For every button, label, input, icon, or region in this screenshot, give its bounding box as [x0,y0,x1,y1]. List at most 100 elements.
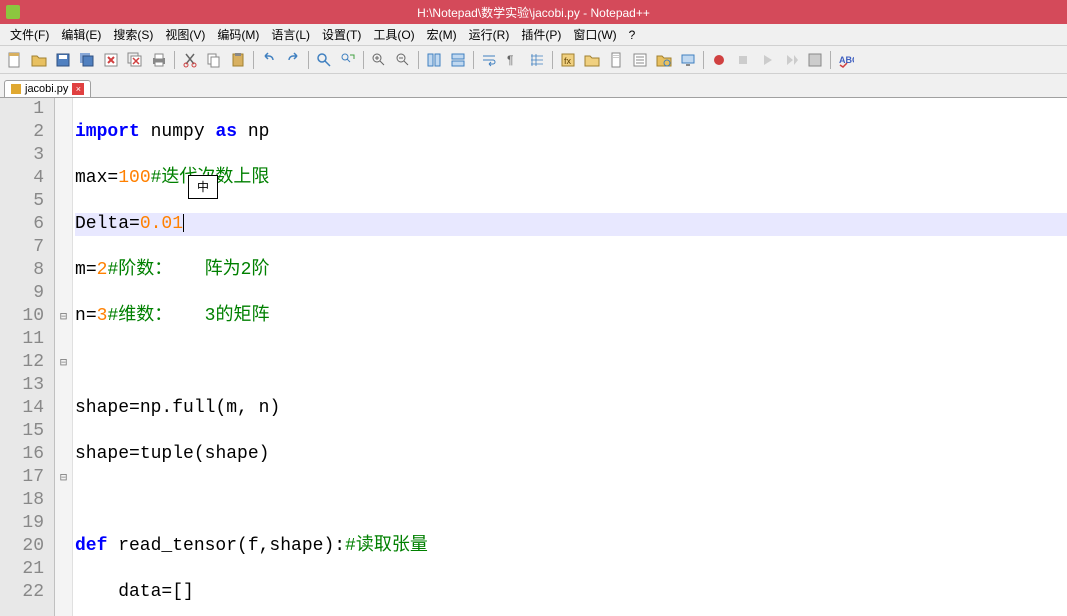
menu-language[interactable]: 语言(L) [265,24,316,45]
code-line: shape=np.full(m, n) [75,397,1067,420]
fold-marker [55,558,72,581]
editor[interactable]: 1 2 3 4 5 6 7 8 9 10 11 12 13 14 15 16 1… [0,98,1067,616]
toolbar: ¶ fx ABC [0,46,1067,74]
menu-help[interactable]: ? [623,26,642,44]
find-icon[interactable] [313,49,335,71]
line-number: 14 [0,397,44,420]
separator-icon [253,51,254,69]
svg-text:fx: fx [564,56,572,66]
print-icon[interactable] [148,49,170,71]
code-line: def read_tensor(f,shape):#读取张量 [75,535,1067,558]
separator-icon [174,51,175,69]
separator-icon [308,51,309,69]
separator-icon [703,51,704,69]
copy-icon[interactable] [203,49,225,71]
line-number: 18 [0,489,44,512]
app-icon [6,5,20,19]
record-icon[interactable] [708,49,730,71]
folder-view-icon[interactable] [653,49,675,71]
sync-v-icon[interactable] [423,49,445,71]
save-macro-icon[interactable] [804,49,826,71]
redo-icon[interactable] [282,49,304,71]
menu-window[interactable]: 窗口(W) [567,24,622,45]
new-file-icon[interactable] [4,49,26,71]
line-number: 4 [0,167,44,190]
separator-icon [830,51,831,69]
save-all-icon[interactable] [76,49,98,71]
sync-h-icon[interactable] [447,49,469,71]
stop-icon[interactable] [732,49,754,71]
fold-marker [55,121,72,144]
fold-marker [55,581,72,604]
cut-icon[interactable] [179,49,201,71]
line-number: 20 [0,535,44,558]
lang-icon[interactable]: fx [557,49,579,71]
line-number: 17 [0,466,44,489]
fold-marker [55,167,72,190]
code-line: shape=tuple(shape) [75,443,1067,466]
paste-icon[interactable] [227,49,249,71]
fold-marker [55,144,72,167]
replace-icon[interactable] [337,49,359,71]
fold-marker [55,259,72,282]
menu-tools[interactable]: 工具(O) [367,24,420,45]
zoom-out-icon[interactable] [392,49,414,71]
line-number: 1 [0,98,44,121]
play2-icon[interactable] [780,49,802,71]
fold-gutter: ⊟ ⊟ ⊟ [55,98,73,616]
fold-marker [55,236,72,259]
open-file-icon[interactable] [28,49,50,71]
code-line: import numpy as np [75,121,1067,144]
tabbar: jacobi.py × [0,74,1067,98]
func-list-icon[interactable] [629,49,651,71]
spellcheck-icon[interactable]: ABC [835,49,857,71]
fold-marker[interactable]: ⊟ [55,351,72,374]
fold-marker[interactable]: ⊟ [55,305,72,328]
close-all-icon[interactable] [124,49,146,71]
play-icon[interactable] [756,49,778,71]
line-number: 16 [0,443,44,466]
code-line: m=2#阶数： 阵为2阶 [75,259,1067,282]
fold-marker[interactable]: ⊟ [55,466,72,489]
menu-settings[interactable]: 设置(T) [316,24,367,45]
menu-encoding[interactable]: 编码(M) [211,24,265,45]
show-all-chars-icon[interactable]: ¶ [502,49,524,71]
menu-search[interactable]: 搜索(S) [107,24,159,45]
undo-icon[interactable] [258,49,280,71]
line-number: 22 [0,581,44,604]
tab-close-icon[interactable]: × [72,83,84,95]
menubar: 文件(F) 编辑(E) 搜索(S) 视图(V) 编码(M) 语言(L) 设置(T… [0,24,1067,46]
line-number: 10 [0,305,44,328]
code-line: max=100#迭代次数上限 [75,167,1067,190]
menu-view[interactable]: 视图(V) [159,24,211,45]
zoom-in-icon[interactable] [368,49,390,71]
cursor [183,214,184,232]
line-number: 6 [0,213,44,236]
line-number: 21 [0,558,44,581]
wrap-icon[interactable] [478,49,500,71]
close-icon[interactable] [100,49,122,71]
doc-map-icon[interactable] [605,49,627,71]
menu-edit[interactable]: 编辑(E) [55,24,107,45]
separator-icon [418,51,419,69]
line-number: 11 [0,328,44,351]
tab-jacobi[interactable]: jacobi.py × [4,80,91,97]
line-number: 5 [0,190,44,213]
monitor-icon[interactable] [677,49,699,71]
fold-marker [55,374,72,397]
fold-marker [55,190,72,213]
code-line: data=[] [75,581,1067,604]
code-area[interactable]: import numpy as np max=100#迭代次数上限 Delta=… [73,98,1067,616]
menu-macro[interactable]: 宏(M) [421,24,463,45]
save-icon[interactable] [52,49,74,71]
folder-icon[interactable] [581,49,603,71]
line-number: 9 [0,282,44,305]
separator-icon [552,51,553,69]
menu-file[interactable]: 文件(F) [4,24,55,45]
menu-run[interactable]: 运行(R) [463,24,516,45]
line-number: 15 [0,420,44,443]
line-number: 8 [0,259,44,282]
menu-plugins[interactable]: 插件(P) [515,24,567,45]
separator-icon [363,51,364,69]
indent-guide-icon[interactable] [526,49,548,71]
